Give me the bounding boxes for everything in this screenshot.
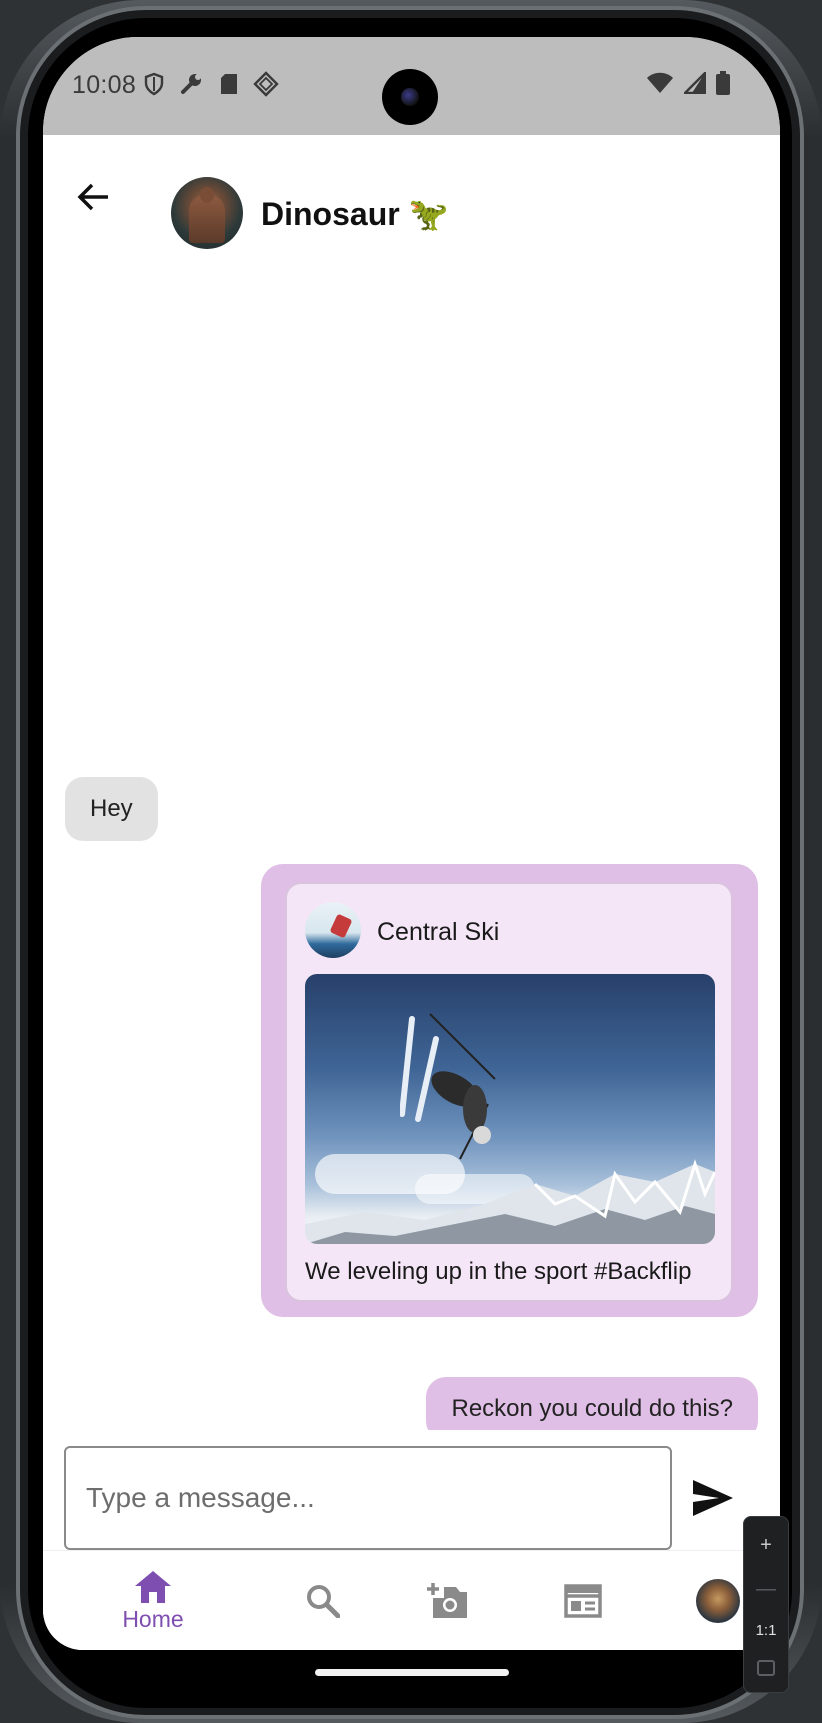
fit-screen-icon[interactable] xyxy=(757,1659,775,1676)
mountain-range xyxy=(305,1159,715,1244)
nav-home[interactable]: Home xyxy=(98,1551,208,1650)
message-input[interactable] xyxy=(64,1446,672,1550)
nav-profile[interactable] xyxy=(688,1551,748,1650)
sd-card-icon xyxy=(221,74,237,94)
back-button[interactable] xyxy=(73,177,113,217)
zoom-in-button[interactable]: + xyxy=(760,1534,772,1557)
shared-post-message[interactable]: Central Ski We leveling up in the sport … xyxy=(261,864,758,1317)
avatar-head xyxy=(200,187,214,203)
status-icons-right xyxy=(646,71,730,95)
status-bar: 10:08 xyxy=(43,37,780,135)
arrow-left-icon xyxy=(77,183,108,211)
search-icon xyxy=(307,1585,340,1618)
outgoing-message-text: Reckon you could do this? xyxy=(451,1395,733,1422)
home-indicator[interactable] xyxy=(315,1669,509,1676)
incoming-message-text: Hey xyxy=(90,795,133,822)
profile-avatar xyxy=(696,1579,740,1623)
device-frame: 10:08 Dinosaur 🦖 Hey Central Ski We leve… xyxy=(0,0,822,1723)
nav-search[interactable] xyxy=(293,1551,353,1650)
message-composer xyxy=(43,1430,780,1550)
shield-icon xyxy=(144,72,164,96)
wifi-icon xyxy=(647,72,673,93)
message-list[interactable]: Hey Central Ski We leveling up in the sp… xyxy=(43,260,780,1441)
status-time: 10:08 xyxy=(72,71,137,99)
zoom-out-button[interactable]: — xyxy=(756,1578,776,1601)
contact-name[interactable]: Dinosaur 🦖 xyxy=(261,195,448,233)
emulator-zoom-controls: + — 1:1 xyxy=(743,1516,789,1693)
battery-icon xyxy=(716,71,730,95)
post-author-avatar xyxy=(305,902,361,958)
skier-figure xyxy=(400,1013,496,1160)
nav-home-label: Home xyxy=(122,1605,184,1632)
home-icon xyxy=(135,1570,171,1603)
front-camera xyxy=(382,69,438,125)
status-icons-left xyxy=(143,71,279,97)
chat-header: Dinosaur 🦖 xyxy=(43,135,780,260)
post-caption: We leveling up in the sport #Backflip xyxy=(305,1258,692,1285)
contact-avatar[interactable] xyxy=(171,177,243,249)
nav-feed[interactable] xyxy=(553,1551,613,1650)
feed-icon xyxy=(564,1584,602,1618)
incoming-message[interactable]: Hey xyxy=(65,777,158,841)
post-author-name: Central Ski xyxy=(377,918,500,946)
send-button[interactable] xyxy=(691,1478,735,1518)
nav-add-photo[interactable] xyxy=(418,1551,478,1650)
zoom-ratio-button[interactable]: 1:1 xyxy=(756,1622,777,1639)
wrench-icon xyxy=(181,74,201,94)
skier-thumbnail xyxy=(329,913,353,939)
add-photo-icon xyxy=(427,1583,467,1618)
send-icon xyxy=(693,1480,733,1516)
cell-signal-icon xyxy=(684,72,706,94)
bottom-navigation: Home xyxy=(43,1550,780,1650)
diamond-icon xyxy=(253,71,279,97)
shared-post-card[interactable]: Central Ski We leveling up in the sport … xyxy=(285,882,733,1302)
post-image[interactable] xyxy=(305,974,715,1244)
app-screen: 10:08 Dinosaur 🦖 Hey Central Ski We leve… xyxy=(43,37,780,1650)
